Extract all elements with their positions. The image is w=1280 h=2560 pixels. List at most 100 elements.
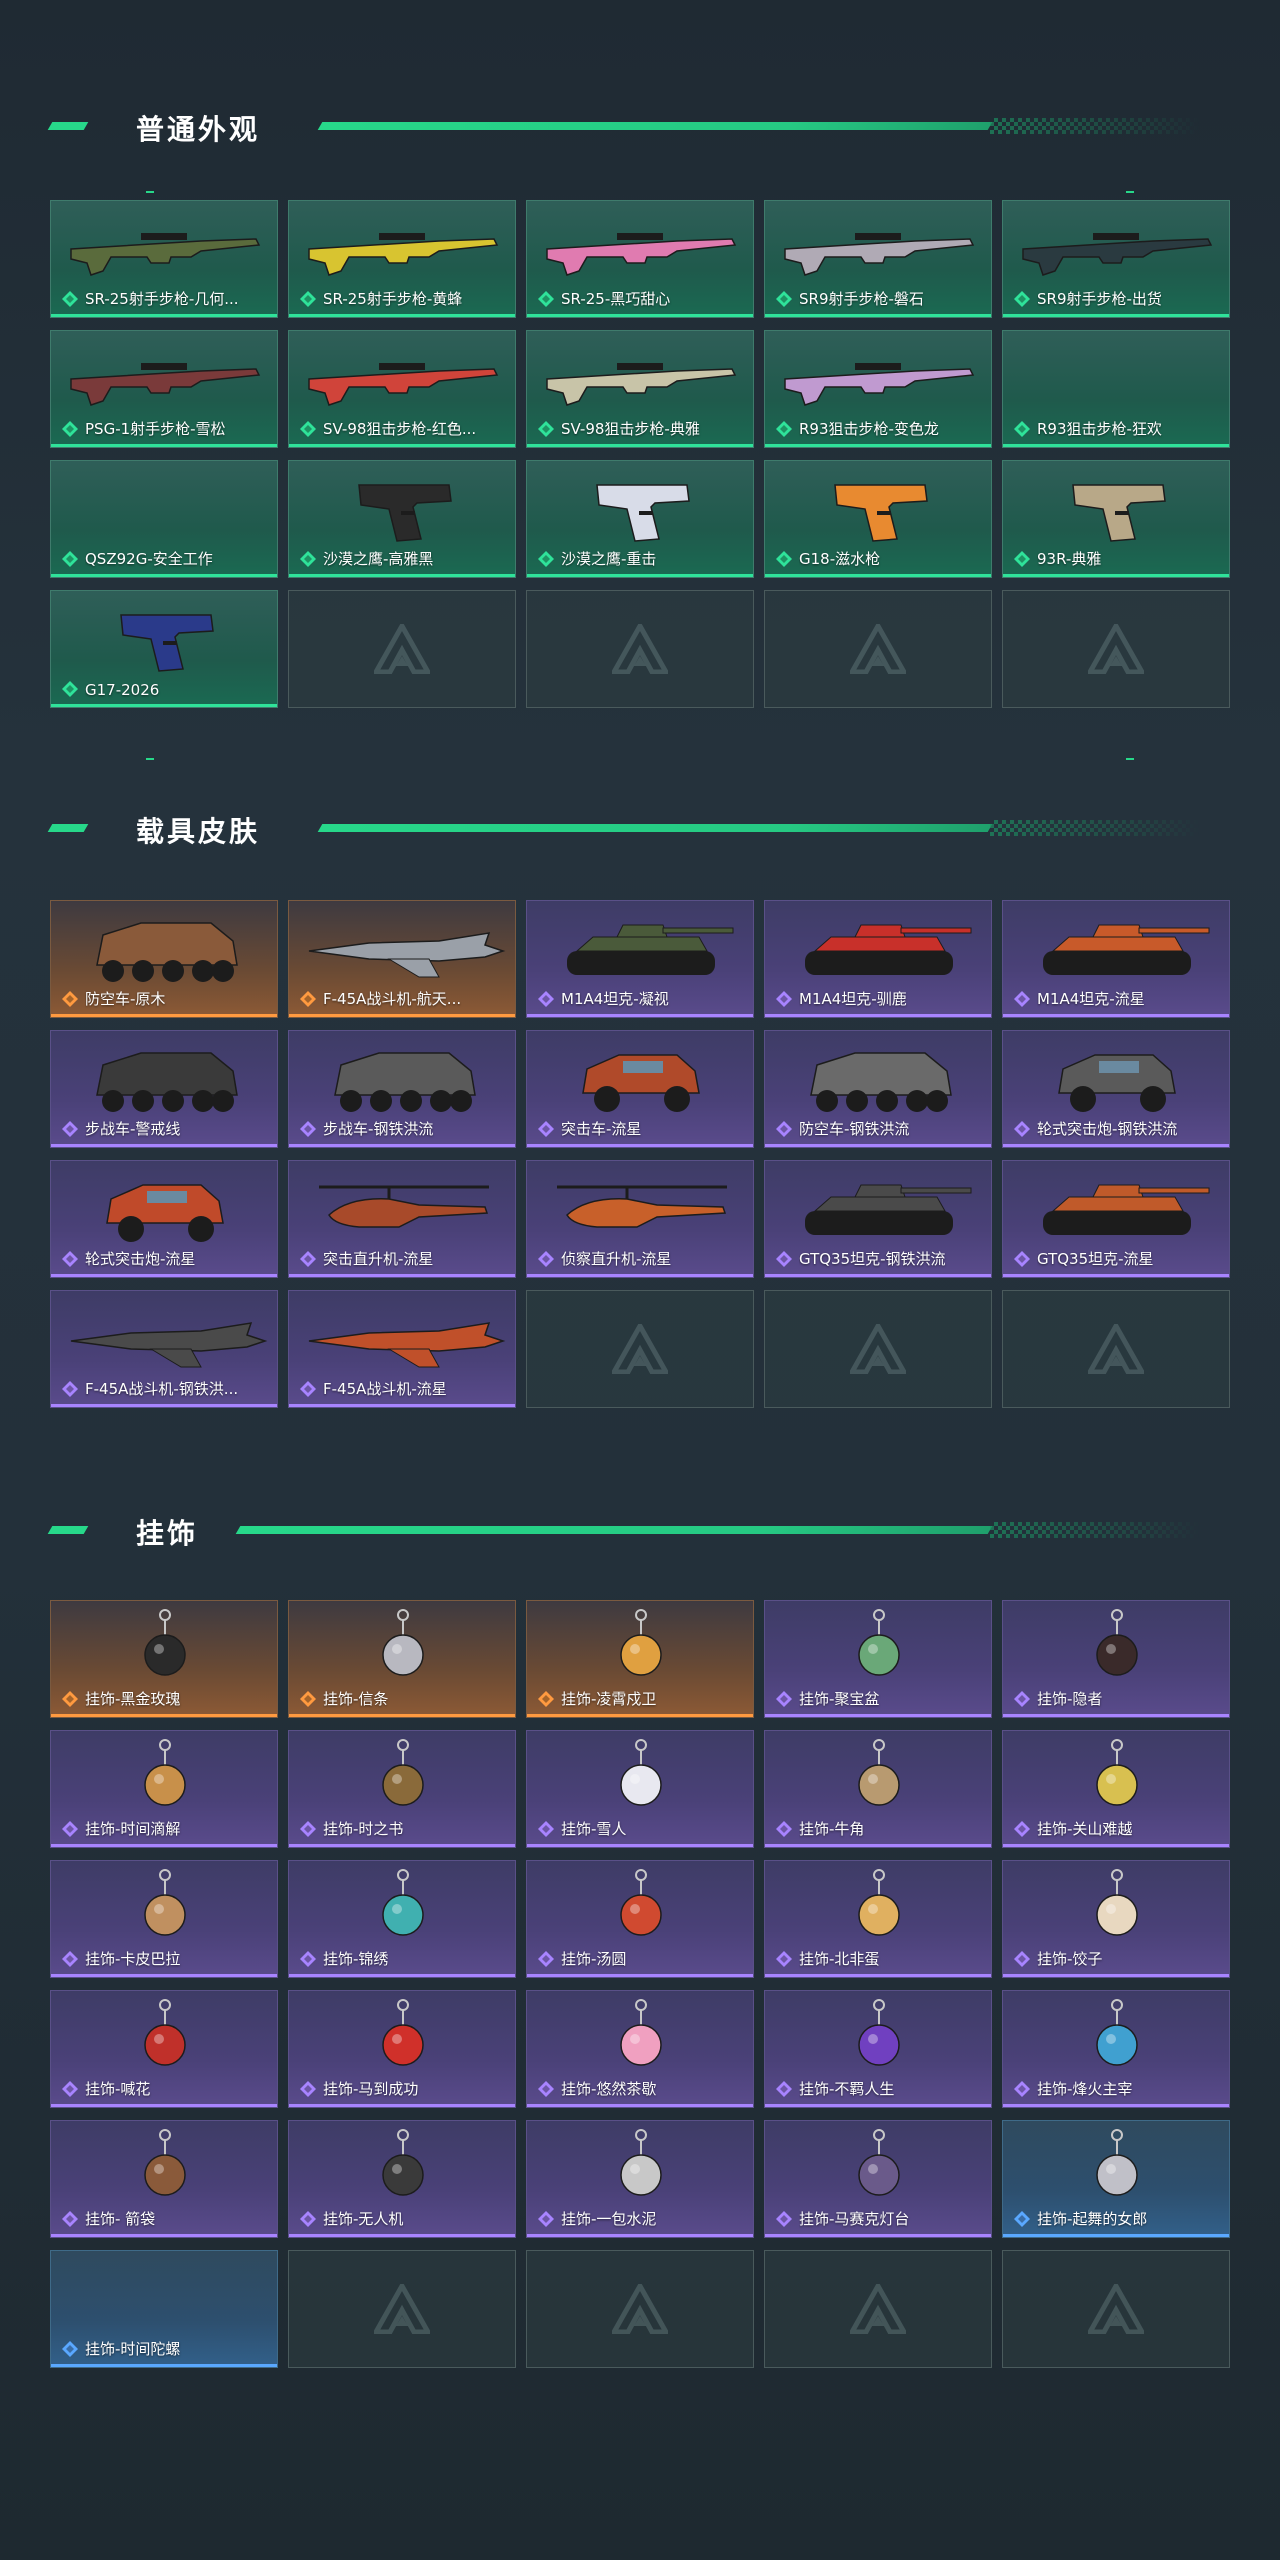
item-card[interactable]: 挂饰-雪人 <box>526 1730 754 1848</box>
item-card[interactable]: F-45A战斗机-钢铁洪... <box>50 1290 278 1408</box>
item-card[interactable]: 防空车-原木 <box>50 900 278 1018</box>
item-card[interactable]: F-45A战斗机-航天... <box>288 900 516 1018</box>
item-card[interactable]: 突击车-流星 <box>526 1030 754 1148</box>
item-image <box>620 1869 662 1936</box>
rarity-diamond-icon <box>62 1381 78 1397</box>
item-label: 突击车-流星 <box>561 1120 642 1138</box>
item-card[interactable]: 防空车-钢铁洪流 <box>764 1030 992 1148</box>
item-card[interactable]: 沙漠之鹰-重击 <box>526 460 754 578</box>
item-card[interactable]: 轮式突击炮-流星 <box>50 1160 278 1278</box>
item-card[interactable]: 挂饰-时间滴解 <box>50 1730 278 1848</box>
item-image <box>1043 924 1210 975</box>
item-card[interactable]: SR9射手步枪-磐石 <box>764 200 992 318</box>
item-card[interactable]: 挂饰- 箭袋 <box>50 2120 278 2238</box>
item-card[interactable]: SR-25射手步枪-黄蜂 <box>288 200 516 318</box>
item-card[interactable]: 轮式突击炮-钢铁洪流 <box>1002 1030 1230 1148</box>
item-card[interactable]: 挂饰-汤圆 <box>526 1860 754 1978</box>
item-card[interactable]: 侦察直升机-流星 <box>526 1160 754 1278</box>
item-card[interactable]: M1A4坦克-凝视 <box>526 900 754 1018</box>
item-label: 挂饰-锦绣 <box>323 1950 389 1968</box>
item-card[interactable]: SR-25-黑巧甜心 <box>526 200 754 318</box>
item-card[interactable]: 挂饰-黑金玫瑰 <box>50 1600 278 1718</box>
item-card[interactable]: 挂饰-卡皮巴拉 <box>50 1860 278 1978</box>
item-label: GTQ35坦克-钢铁洪流 <box>799 1250 946 1268</box>
rarity-diamond-icon <box>300 1691 316 1707</box>
item-card[interactable]: 挂饰-烽火主宰 <box>1002 1990 1230 2108</box>
item-card[interactable]: 挂饰-北非蛋 <box>764 1860 992 1978</box>
header-accent-bar <box>317 824 993 832</box>
item-image <box>1043 1184 1210 1235</box>
item-card[interactable]: 挂饰-锦绣 <box>288 1860 516 1978</box>
item-grid: SR-25射手步枪-几何... SR-25射手步枪-黄蜂 SR-25-黑巧甜心 SR9… <box>50 200 1230 708</box>
rarity-diamond-icon <box>300 1121 316 1137</box>
item-image <box>1096 1739 1138 1806</box>
item-image <box>582 1054 700 1112</box>
item-card[interactable]: 挂饰-隐者 <box>1002 1600 1230 1718</box>
rarity-diamond-icon <box>776 1691 792 1707</box>
item-label: 挂饰-牛角 <box>799 1820 865 1838</box>
item-card[interactable]: 挂饰-起舞的女郎 <box>1002 2120 1230 2238</box>
item-card[interactable]: GTQ35坦克-钢铁洪流 <box>764 1160 992 1278</box>
placeholder-logo-icon <box>1088 624 1144 674</box>
item-label: 挂饰-隐者 <box>1037 1690 1103 1708</box>
item-card[interactable]: 挂饰-悠然茶歇 <box>526 1990 754 2108</box>
item-card[interactable]: 挂饰-喊花 <box>50 1990 278 2108</box>
item-card[interactable]: 沙漠之鹰-高雅黑 <box>288 460 516 578</box>
item-card[interactable]: SR-25射手步枪-几何... <box>50 200 278 318</box>
item-card[interactable]: M1A4坦克-流星 <box>1002 900 1230 1018</box>
item-card[interactable]: PSG-1射手步枪-雪松 <box>50 330 278 448</box>
item-card[interactable]: R93狙击步枪-狂欢 <box>1002 330 1230 448</box>
item-card[interactable]: 挂饰-不羁人生 <box>764 1990 992 2108</box>
item-card[interactable]: R93狙击步枪-变色龙 <box>764 330 992 448</box>
empty-slot <box>1002 590 1230 708</box>
rarity-diamond-icon <box>1014 1951 1030 1967</box>
item-card[interactable]: 挂饰-凌霄戍卫 <box>526 1600 754 1718</box>
item-image <box>70 363 261 406</box>
item-image <box>382 1999 424 2066</box>
item-image <box>620 1999 662 2066</box>
item-card[interactable]: 挂饰-饺子 <box>1002 1860 1230 1978</box>
item-card[interactable]: 挂饰-聚宝盆 <box>764 1600 992 1718</box>
item-card[interactable]: 挂饰-马赛克灯台 <box>764 2120 992 2238</box>
item-card[interactable]: 挂饰-一包水泥 <box>526 2120 754 2238</box>
item-image <box>546 233 737 276</box>
deco-tick <box>1126 758 1134 760</box>
item-label: 沙漠之鹰-高雅黑 <box>323 550 434 568</box>
header-checker-pattern <box>990 1522 1200 1538</box>
item-card[interactable]: G17-2026 <box>50 590 278 708</box>
item-card[interactable]: 突击直升机-流星 <box>288 1160 516 1278</box>
item-image <box>810 1052 952 1112</box>
item-card[interactable]: G18-滋水枪 <box>764 460 992 578</box>
item-card[interactable]: 挂饰-牛角 <box>764 1730 992 1848</box>
item-card[interactable]: 挂饰-无人机 <box>288 2120 516 2238</box>
item-label: PSG-1射手步枪-雪松 <box>85 420 226 438</box>
item-image <box>51 2251 278 2339</box>
item-label: SR-25射手步枪-黄蜂 <box>323 290 463 308</box>
item-card[interactable]: SR9射手步枪-出货 <box>1002 200 1230 318</box>
item-card[interactable]: 步战车-钢铁洪流 <box>288 1030 516 1148</box>
item-image <box>1096 1609 1138 1676</box>
item-card[interactable]: GTQ35坦克-流星 <box>1002 1160 1230 1278</box>
item-card[interactable]: 93R-典雅 <box>1002 460 1230 578</box>
item-card[interactable]: SV-98狙击步枪-典雅 <box>526 330 754 448</box>
header-checker-pattern <box>990 118 1200 134</box>
item-card[interactable]: QSZ92G-安全工作 <box>50 460 278 578</box>
item-card[interactable]: 挂饰-信条 <box>288 1600 516 1718</box>
item-image <box>144 2129 186 2196</box>
rarity-diamond-icon <box>62 2081 78 2097</box>
empty-slot <box>764 1290 992 1408</box>
rarity-diamond-icon <box>62 1121 78 1137</box>
item-card[interactable]: 挂饰-时间陀螺 <box>50 2250 278 2368</box>
rarity-diamond-icon <box>538 1691 554 1707</box>
rarity-diamond-icon <box>538 291 554 307</box>
item-card[interactable]: 挂饰-马到成功 <box>288 1990 516 2108</box>
item-card[interactable]: 步战车-警戒线 <box>50 1030 278 1148</box>
item-image <box>557 1185 727 1228</box>
item-card[interactable]: M1A4坦克-驯鹿 <box>764 900 992 1018</box>
item-card[interactable]: SV-98狙击步枪-红色... <box>288 330 516 448</box>
item-card[interactable]: 挂饰-关山难越 <box>1002 1730 1230 1848</box>
item-image <box>805 924 972 975</box>
rarity-diamond-icon <box>1014 551 1030 567</box>
item-card[interactable]: F-45A战斗机-流星 <box>288 1290 516 1408</box>
item-card[interactable]: 挂饰-时之书 <box>288 1730 516 1848</box>
